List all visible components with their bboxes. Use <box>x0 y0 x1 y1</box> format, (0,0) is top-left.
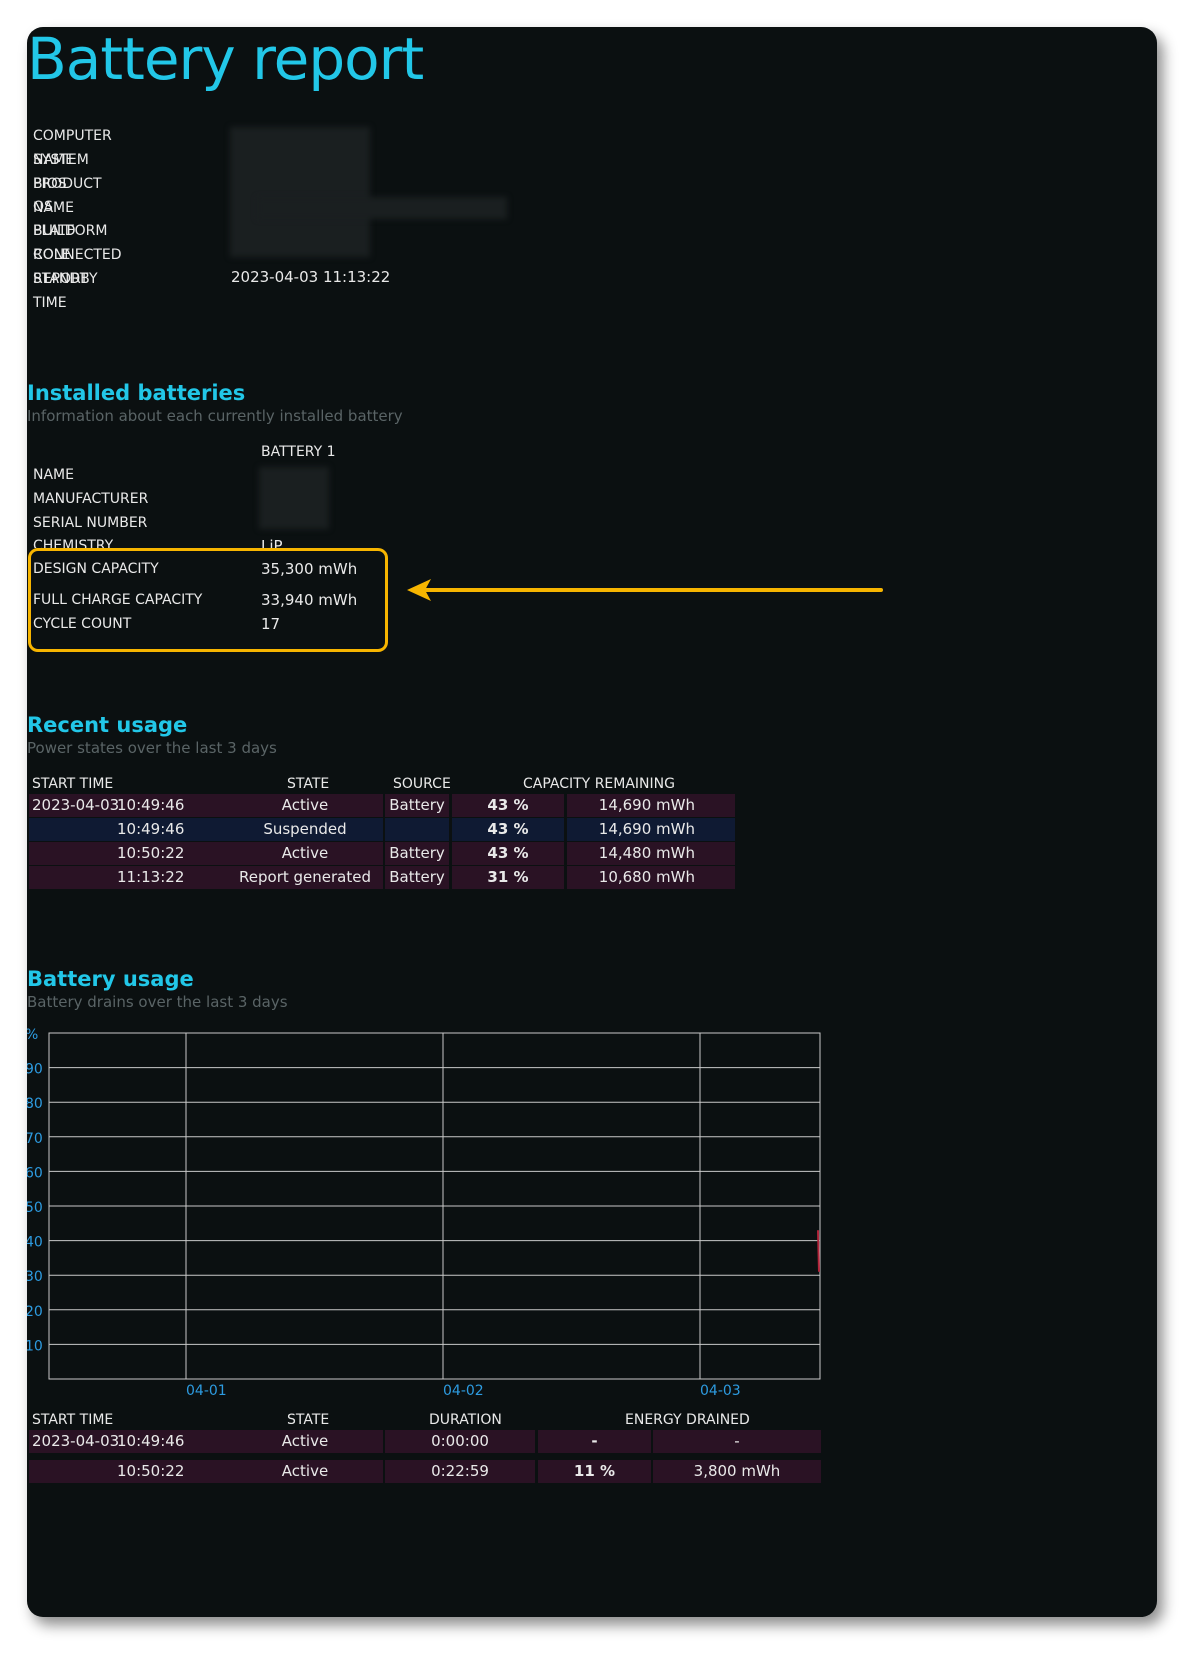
recent-header-start-time: START TIME <box>32 776 114 792</box>
table-row: 10:49:46 Suspended 43 % 14,690 mWh <box>27 818 737 841</box>
cycle-count-value: 17 <box>261 615 281 633</box>
redacted-battery-values <box>259 467 329 529</box>
label-serial-number: SERIAL NUMBER <box>33 515 148 531</box>
start-time-cell: 10:49:46 <box>117 1432 185 1450</box>
state-cell: Active <box>227 794 383 817</box>
state-cell: Active <box>227 842 383 865</box>
table-row: 2023-04-03 10:49:46 Active 0:00:00- - <box>27 1430 822 1453</box>
capacity-percent-cell: 43 % <box>452 794 564 817</box>
source-cell: Battery <box>385 866 449 889</box>
usage-header-energy-drained: ENERGY DRAINED <box>625 1412 750 1428</box>
label-bios: BIOS <box>33 176 67 192</box>
y-tick-label: 70 <box>27 1131 43 1147</box>
recent-header-source: SOURCE <box>393 776 451 792</box>
duration-cell: 0:00:00 <box>385 1430 535 1453</box>
installed-batteries-title: Installed batteries <box>27 381 246 405</box>
start-time-cell: 10:49:46 <box>117 820 185 838</box>
y-tick-label: 50 <box>27 1200 43 1216</box>
duration-cell: 0:22:59 <box>385 1460 535 1483</box>
battery-usage-subtitle: Battery drains over the last 3 days <box>27 993 288 1011</box>
capacity-percent-cell: 43 % <box>452 842 564 865</box>
x-tick-label: 04-02 <box>443 1383 484 1397</box>
capacity-mwh-cell: 14,690 mWh <box>567 794 735 817</box>
recent-usage-subtitle: Power states over the last 3 days <box>27 739 277 757</box>
capacity-mwh-cell: 14,480 mWh <box>567 842 735 865</box>
redacted-system-values <box>230 127 370 257</box>
battery-drain-chart: % 90 80 70 60 50 40 30 20 10 04-01 04-02 04-03 <box>27 1027 821 1397</box>
capacity-mwh-cell: 10,680 mWh <box>567 866 735 889</box>
capacity-percent-cell: 31 % <box>452 866 564 889</box>
capacity-mwh-cell: 14,690 mWh <box>567 818 735 841</box>
drained-percent-cell: - <box>538 1430 651 1453</box>
full-charge-capacity-value: 33,940 mWh <box>261 591 358 609</box>
y-tick-label: 10 <box>27 1338 43 1354</box>
label-full-charge-capacity: FULL CHARGE CAPACITY <box>33 592 203 608</box>
usage-header-duration: DURATION <box>429 1412 502 1428</box>
y-tick-label: 90 <box>27 1062 43 1078</box>
installed-batteries-subtitle: Information about each currently install… <box>27 407 403 425</box>
recent-usage-title: Recent usage <box>27 713 188 737</box>
y-tick-label: 20 <box>27 1304 43 1320</box>
redacted-os-build <box>257 197 507 219</box>
label-manufacturer: MANUFACTURER <box>33 491 149 507</box>
report-time-value: 2023-04-03 11:13:22 <box>231 268 391 286</box>
label-name: NAME <box>33 467 74 483</box>
design-capacity-value: 35,300 mWh <box>261 560 358 578</box>
chemistry-value: LiP <box>261 537 283 548</box>
label-cycle-count: CYCLE COUNT <box>33 616 132 632</box>
drained-mwh-cell: - <box>653 1430 821 1453</box>
source-cell: Battery <box>385 842 449 865</box>
recent-header-capacity-remaining: CAPACITY REMAINING <box>523 776 675 792</box>
state-cell: Active <box>227 1430 383 1453</box>
start-time-cell: 10:50:22 <box>117 1462 185 1480</box>
y-tick-label: 30 <box>27 1269 43 1285</box>
label-design-capacity: DESIGN CAPACITY <box>33 561 159 577</box>
y-tick-label: 40 <box>27 1235 43 1251</box>
y-tick-label: 80 <box>27 1096 43 1112</box>
label-report-time: REPORT TIME <box>33 271 89 311</box>
drained-percent-cell: 11 % <box>538 1460 651 1483</box>
table-row: 10:50:22 Active 0:22:59 11 % 3,800 mWh <box>27 1460 822 1483</box>
drain-series-line <box>817 1230 820 1272</box>
start-time-cell: 10:49:46 <box>117 796 185 814</box>
battery-1-header: BATTERY 1 <box>261 444 336 460</box>
usage-header-state: STATE <box>287 1412 330 1428</box>
table-row: 2023-04-03 10:49:46 Active Battery 43 % 14,69… <box>27 794 737 817</box>
pointer-arrow-icon <box>407 579 883 601</box>
battery-usage-title: Battery usage <box>27 967 194 991</box>
source-cell <box>385 818 449 841</box>
report-title: Battery report <box>27 27 424 93</box>
drained-mwh-cell: 3,800 mWh <box>653 1460 821 1483</box>
capacity-percent-cell: 43 % <box>452 818 564 841</box>
x-tick-label: 04-01 <box>186 1383 227 1397</box>
table-row: 10:50:22 Active Battery 43 % 14,480 mWh <box>27 842 737 865</box>
x-tick-label: 04-03 <box>700 1383 741 1397</box>
state-cell: Active <box>227 1460 383 1483</box>
battery-report-page: Battery report COMPUTER NAME SYSTEM PROD… <box>27 27 1157 1617</box>
start-time-cell: 10:50:22 <box>117 844 185 862</box>
state-cell: Report generated <box>227 866 383 889</box>
label-chemistry: CHEMISTRY <box>33 538 114 548</box>
y-tick-label: 60 <box>27 1165 43 1181</box>
y-axis-unit-label: % <box>27 1027 38 1043</box>
recent-header-state: STATE <box>287 776 330 792</box>
usage-header-start-time: START TIME <box>32 1412 114 1428</box>
table-row: 11:13:22 Report generated Battery 31 % 10,68… <box>27 866 737 889</box>
state-cell: Suspended <box>227 818 383 841</box>
start-time-cell: 11:13:22 <box>117 868 185 886</box>
source-cell: Battery <box>385 794 449 817</box>
